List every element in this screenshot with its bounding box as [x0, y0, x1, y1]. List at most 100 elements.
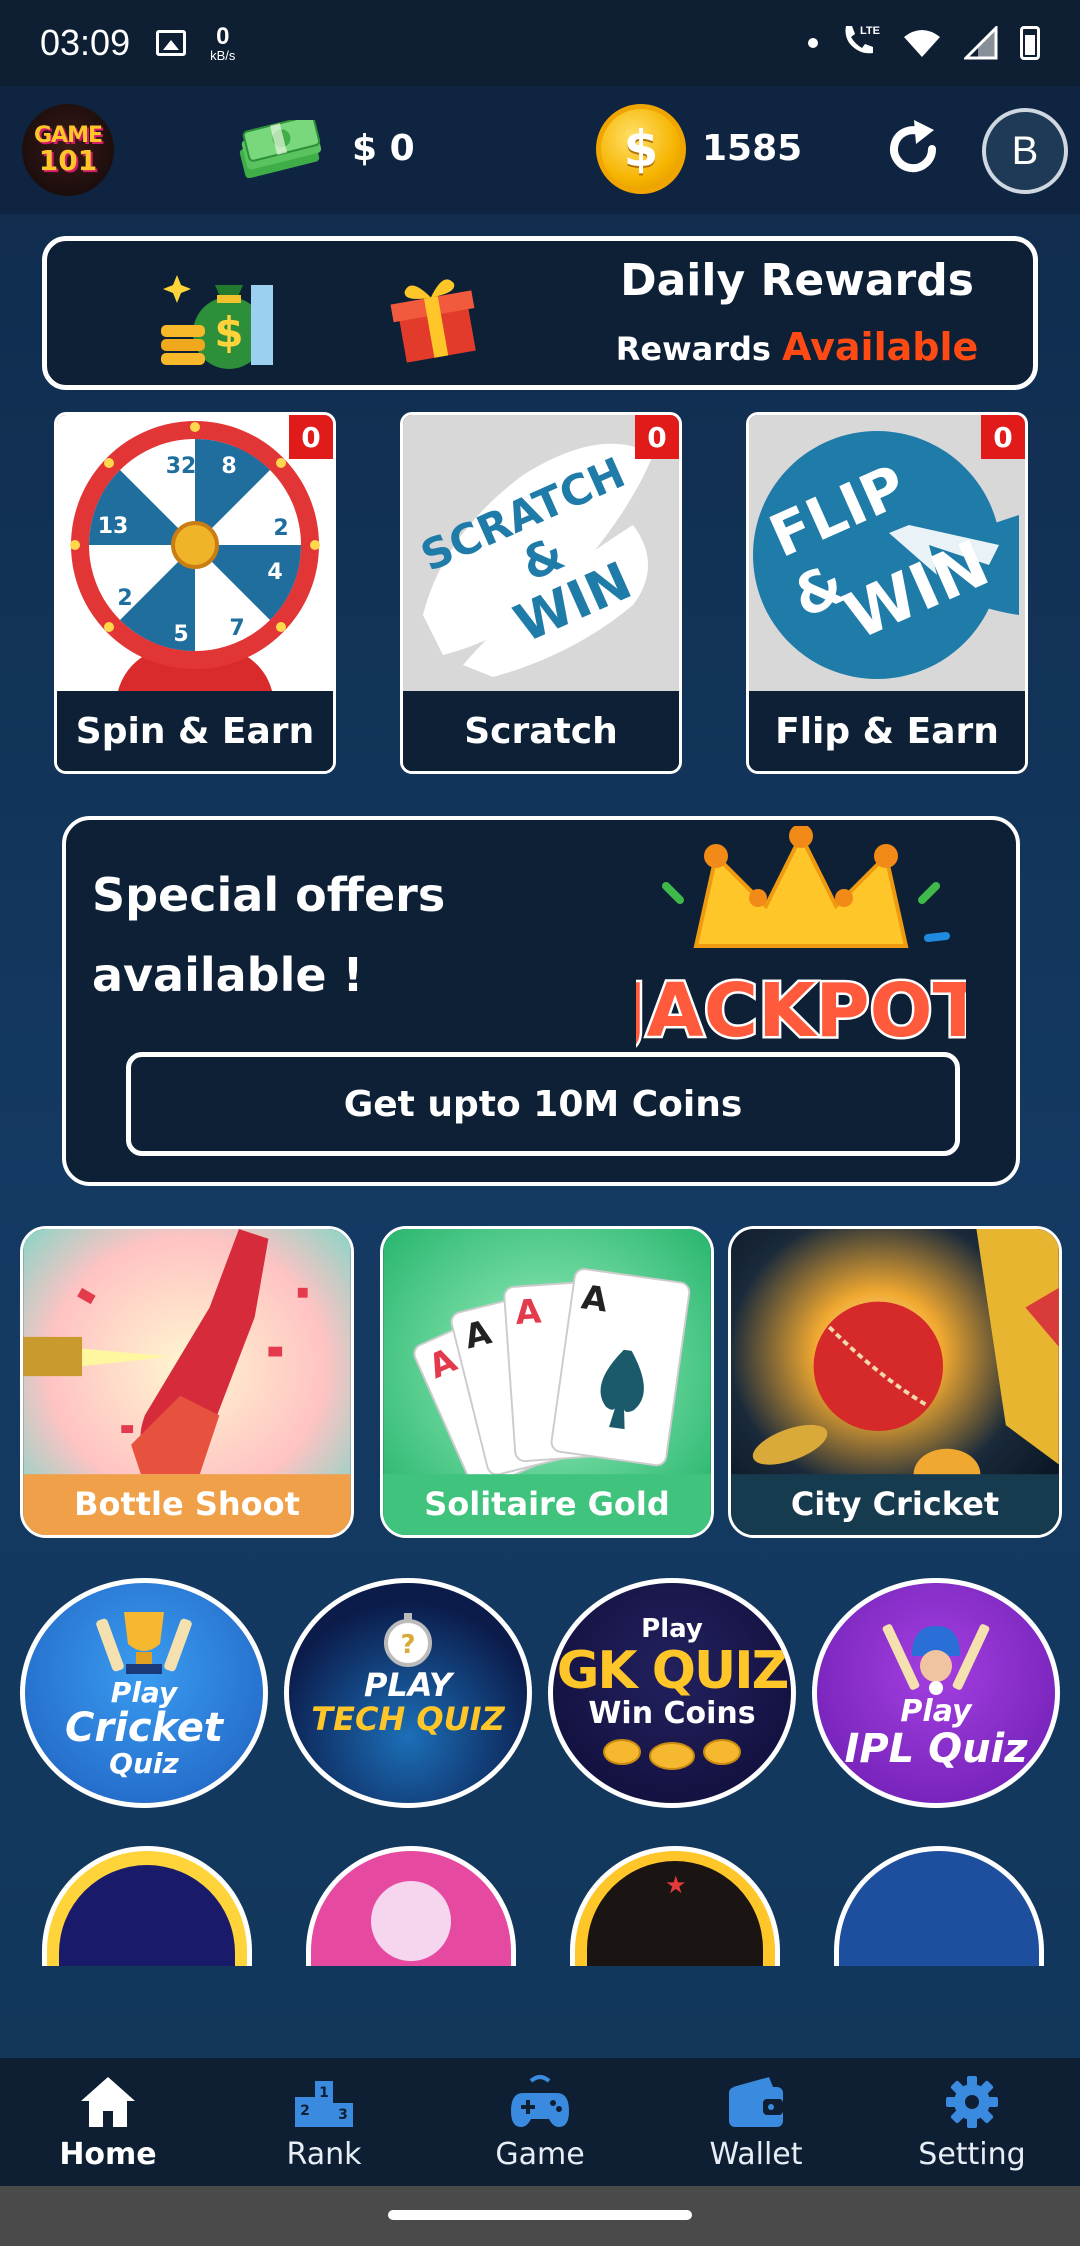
solitaire-gold-label: Solitaire Gold: [424, 1485, 670, 1523]
jackpot-text: JACKPOT: [636, 968, 966, 1054]
bottle-shoot-label: Bottle Shoot: [74, 1485, 300, 1523]
gk-quiz-line1: Play: [641, 1614, 703, 1645]
svg-text:2: 2: [273, 516, 288, 541]
city-cricket-label: City Cricket: [790, 1485, 1000, 1523]
cricket-quiz-line2: Cricket: [65, 1705, 223, 1751]
cash-balance: $ 0: [352, 128, 415, 169]
flip-earn-badge: 0: [981, 415, 1025, 459]
nav-home[interactable]: Home: [8, 2073, 208, 2172]
svg-text:32: 32: [166, 454, 197, 479]
nav-wallet-label: Wallet: [709, 2136, 803, 2172]
quiz-circle-partial-3[interactable]: ★: [570, 1846, 780, 1966]
get-coins-button[interactable]: Get upto 10M Coins: [126, 1052, 960, 1156]
tech-quiz-line1: PLAY: [363, 1666, 453, 1705]
solitaire-gold-card[interactable]: A A A A Solitaire Gold: [380, 1226, 714, 1538]
special-offers-panel: Special offers available ! JACKPOT Get u…: [62, 816, 1020, 1186]
scratch-badge: 0: [635, 415, 679, 459]
svg-text:2: 2: [300, 2103, 310, 2119]
svg-text:3: 3: [338, 2107, 348, 2123]
special-offers-line2: available !: [92, 948, 364, 1002]
special-offers-line1: Special offers: [92, 868, 446, 922]
svg-text:A: A: [514, 1291, 543, 1332]
daily-rewards-subtitle: Rewards Available: [587, 325, 1007, 369]
gesture-bar: [0, 2186, 1080, 2246]
svg-text:?: ?: [400, 1630, 415, 1660]
logo-line2: 101: [38, 144, 98, 177]
podium-icon: 12 3: [295, 2080, 353, 2127]
gamepad-icon: [511, 2074, 569, 2127]
gold-coins-icon: [603, 1738, 741, 1770]
flip-earn-label: Flip & Earn: [749, 691, 1025, 771]
flip-earn-card[interactable]: FLIP & WIN 0 Flip & Earn: [746, 412, 1028, 774]
coin-icon: $: [596, 104, 686, 194]
gift-box-icon: [390, 279, 476, 363]
nav-wallet[interactable]: Wallet: [656, 2073, 856, 2172]
network-speed-unit: kB/s: [210, 47, 236, 63]
nav-game[interactable]: Game: [440, 2073, 640, 2172]
status-bar: 03:09 0 kB/s LTE: [0, 0, 1080, 86]
svg-text:1: 1: [319, 2085, 329, 2101]
cash-stack-icon: [239, 120, 322, 178]
ipl-quiz-line2: IPL Quiz: [844, 1725, 1028, 1772]
notification-dot-icon: [808, 38, 818, 48]
ipl-quiz-circle[interactable]: Play IPL Quiz: [812, 1578, 1060, 1808]
spin-earn-badge: 0: [289, 415, 333, 459]
profile-avatar[interactable]: B: [982, 108, 1068, 194]
cricketer-helmet-icon: [882, 1624, 990, 1696]
svg-text:13: 13: [98, 514, 129, 539]
status-time: 03:09: [40, 22, 131, 63]
quiz-circle-partial-2[interactable]: [306, 1846, 516, 1966]
nav-rank-label: Rank: [286, 2136, 362, 2172]
nav-setting-label: Setting: [918, 2136, 1026, 2172]
svg-text:2: 2: [117, 586, 132, 611]
scratch-card[interactable]: SCRATCH & WIN 0 Scratch: [400, 412, 682, 774]
tech-quiz-line2: TECH QUIZ: [311, 1700, 505, 1738]
game101-logo: GAME 101: [22, 104, 114, 196]
refresh-icon[interactable]: [880, 116, 946, 182]
cricket-quiz-line3: Quiz: [109, 1747, 179, 1780]
trophy-icon: [96, 1611, 192, 1674]
svg-text:8: 8: [221, 454, 236, 479]
spin-earn-card[interactable]: 32 8 2 4 7 5 2 13 0 Spin & Earn: [54, 412, 336, 774]
image-notification-icon: [156, 30, 187, 56]
bottom-navigation: Home 12 3 Rank Game Wallet Setting: [0, 2058, 1080, 2186]
city-cricket-card[interactable]: City Cricket: [728, 1226, 1062, 1538]
coin-balance: 1585: [702, 128, 803, 169]
money-bag-icon: $: [161, 275, 273, 369]
tech-quiz-circle[interactable]: ? PLAY TECH QUIZ: [284, 1578, 532, 1808]
scratch-label: Scratch: [403, 691, 679, 771]
nav-rank[interactable]: 12 3 Rank: [224, 2073, 424, 2172]
daily-rewards-subtitle-highlight: Available: [782, 325, 979, 369]
network-type-text: LTE: [860, 25, 880, 37]
nav-setting[interactable]: Setting: [872, 2073, 1072, 2172]
bottle-shoot-card[interactable]: Bottle Shoot: [20, 1226, 354, 1538]
svg-text:7: 7: [229, 616, 244, 641]
spin-earn-label: Spin & Earn: [57, 691, 333, 771]
nav-home-label: Home: [59, 2136, 157, 2172]
ipl-quiz-line1: Play: [900, 1694, 972, 1730]
cricket-quiz-circle[interactable]: Play Cricket Quiz: [20, 1578, 268, 1808]
daily-rewards-subtitle-prefix: Rewards: [615, 330, 771, 368]
network-speed: 0 kB/s: [210, 22, 236, 63]
gk-quiz-circle[interactable]: Play GK QUIZ Win Coins: [548, 1578, 796, 1808]
gk-quiz-line2: GK QUIZ: [556, 1640, 790, 1701]
daily-rewards-banner[interactable]: $ Daily Rewards Rewards Available: [42, 236, 1038, 390]
gk-quiz-line3: Win Coins: [588, 1696, 756, 1732]
battery-icon: [1020, 26, 1040, 60]
home-icon: [81, 2076, 135, 2127]
svg-text:$: $: [214, 308, 243, 357]
quiz-circle-partial-4[interactable]: [834, 1846, 1044, 1966]
nav-game-label: Game: [495, 2136, 585, 2172]
svg-text:4: 4: [267, 560, 282, 585]
wifi-icon: [904, 30, 940, 57]
daily-rewards-title: Daily Rewards: [620, 255, 974, 306]
cricket-quiz-line1: Play: [110, 1675, 178, 1709]
stopwatch-icon: ?: [384, 1613, 432, 1668]
quiz-circle-partial-1[interactable]: [42, 1846, 252, 1966]
wallet-icon: [729, 2076, 783, 2127]
home-gesture-handle[interactable]: [388, 2210, 692, 2220]
svg-text:5: 5: [173, 622, 188, 647]
volte-call-icon: LTE: [840, 22, 880, 64]
network-speed-value: 0: [216, 22, 230, 50]
cell-signal-icon: [964, 26, 998, 60]
